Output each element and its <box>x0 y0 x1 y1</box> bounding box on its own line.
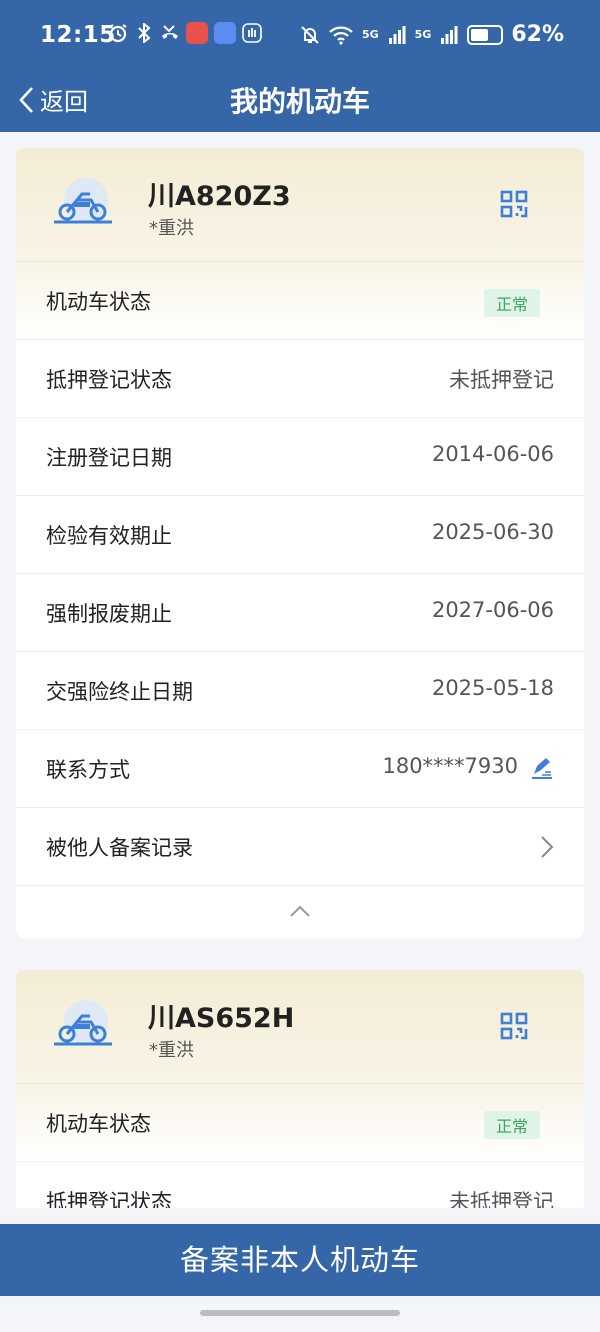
row-value: 2014-06-06 <box>431 442 554 466</box>
row-label: 抵押登记状态 <box>46 368 172 392</box>
row-label: 注册登记日期 <box>46 446 172 470</box>
row-label: 强制报废期止 <box>46 602 172 626</box>
home-indicator[interactable] <box>200 1310 400 1316</box>
row-record-by-others[interactable]: 被他人备案记录 <box>16 808 584 886</box>
qr-code-icon[interactable] <box>500 190 528 218</box>
nav-bar: 返回 我的机动车 <box>0 70 600 132</box>
register-others-vehicle-button[interactable]: 备案非本人机动车 <box>0 1224 600 1296</box>
motorcycle-icon <box>50 176 120 232</box>
row-mortgage-status: 抵押登记状态 未抵押登记 <box>16 1162 584 1208</box>
row-register-date: 注册登记日期 2014-06-06 <box>16 418 584 496</box>
signal-icon <box>387 24 407 46</box>
bluetooth-icon <box>134 22 154 44</box>
row-insurance-end: 交强险终止日期 2025-05-18 <box>16 652 584 730</box>
row-label: 被他人备案记录 <box>46 836 193 860</box>
vehicle-card-header: 川AS652H *重洪 <box>16 970 584 1084</box>
motorcycle-icon <box>50 998 120 1054</box>
collapse-button[interactable] <box>16 886 584 938</box>
row-mortgage-status: 抵押登记状态 未抵押登记 <box>16 340 584 418</box>
row-label: 机动车状态 <box>46 1112 151 1136</box>
missed-call-icon <box>160 22 180 44</box>
signal-2-label: 5G <box>414 28 432 41</box>
chevron-up-icon <box>290 905 310 917</box>
status-badge: 正常 <box>483 1111 540 1139</box>
wifi-icon <box>328 24 354 46</box>
bell-off-icon <box>300 24 320 46</box>
row-label: 抵押登记状态 <box>46 1190 172 1208</box>
vehicle-card: 川AS652H *重洪 机动车状态 正常 抵押登记状态 未抵押登记 <box>16 970 584 1208</box>
page-title: 我的机动车 <box>229 85 370 118</box>
vehicle-list[interactable]: 川A820Z3 *重洪 机动车状态 正常 抵押登记状态 未抵押登记 注册登记日期… <box>0 132 600 1208</box>
status-icons-left <box>108 22 262 44</box>
battery-percent: 62% <box>511 22 564 47</box>
row-label: 检验有效期止 <box>46 524 172 548</box>
plate-number: 川AS652H <box>148 1003 295 1034</box>
owner-name: *重洪 <box>149 1040 194 1061</box>
row-vehicle-status: 机动车状态 正常 <box>16 262 584 340</box>
owner-name: *重洪 <box>149 218 194 239</box>
status-bar: 12:15 5G 5G 62% <box>0 0 600 70</box>
chevron-right-icon <box>540 835 554 859</box>
alarm-icon <box>108 22 128 44</box>
status-badge: 正常 <box>483 289 540 317</box>
row-contact[interactable]: 联系方式 180****7930 <box>16 730 584 808</box>
row-label: 交强险终止日期 <box>46 680 193 704</box>
signal-1-label: 5G <box>361 28 379 41</box>
vehicle-card: 川A820Z3 *重洪 机动车状态 正常 抵押登记状态 未抵押登记 注册登记日期… <box>16 148 584 938</box>
signal-icon <box>439 24 459 46</box>
row-scrap-date: 强制报废期止 2027-06-06 <box>16 574 584 652</box>
row-label: 机动车状态 <box>46 290 151 314</box>
app-icon <box>214 22 236 44</box>
hand-icon <box>242 22 262 44</box>
row-label: 联系方式 <box>46 758 130 782</box>
row-value: 未抵押登记 <box>449 368 554 392</box>
status-icons-right: 5G 5G 62% <box>300 22 564 47</box>
row-value: 未抵押登记 <box>449 1190 554 1208</box>
edit-icon[interactable] <box>530 756 554 780</box>
row-value: 2025-05-18 <box>431 676 554 700</box>
battery-icon <box>467 24 504 45</box>
qr-code-icon[interactable] <box>500 1012 528 1040</box>
row-inspection-valid: 检验有效期止 2025-06-30 <box>16 496 584 574</box>
row-value: 2025-06-30 <box>431 520 554 544</box>
row-vehicle-status: 机动车状态 正常 <box>16 1084 584 1162</box>
plate-number: 川A820Z3 <box>148 181 291 212</box>
row-value: 2027-06-06 <box>431 598 554 622</box>
vehicle-card-header: 川A820Z3 *重洪 <box>16 148 584 262</box>
app-icon <box>186 22 208 44</box>
contact-phone: 180****7930 <box>382 754 518 778</box>
status-time: 12:15 <box>40 22 116 48</box>
